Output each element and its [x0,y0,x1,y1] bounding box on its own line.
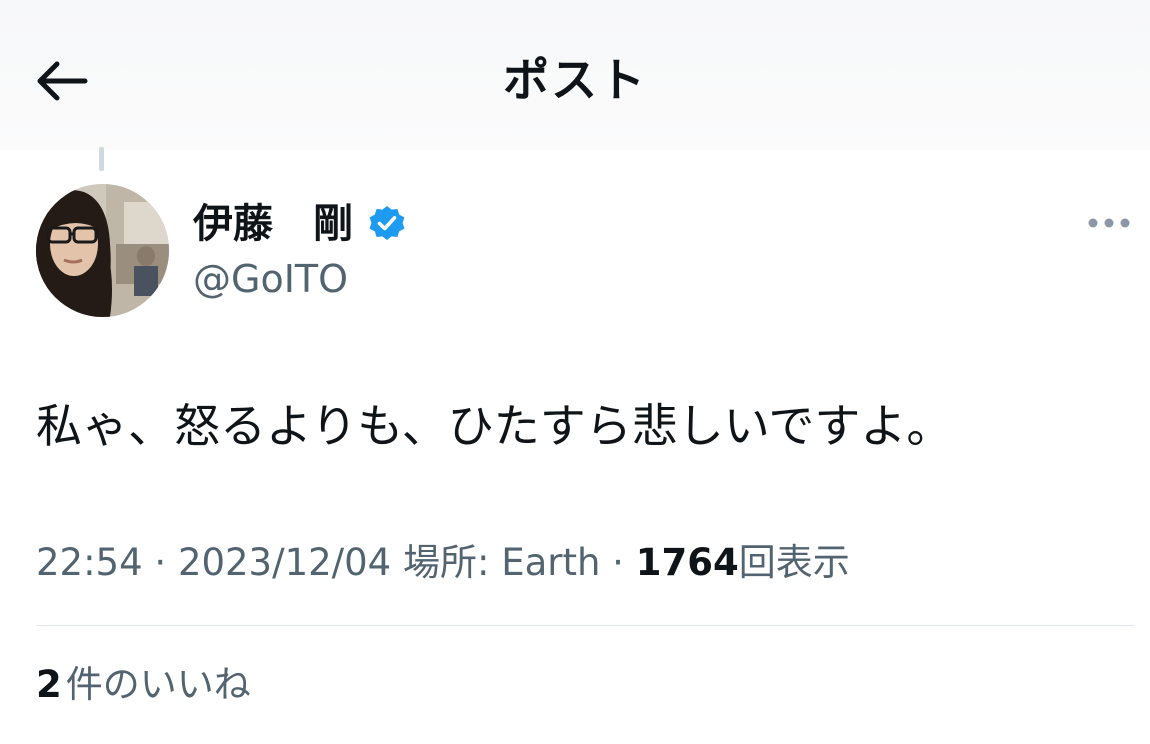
avatar[interactable] [36,184,169,317]
author-name-row[interactable]: 伊藤 剛 [193,196,407,252]
likes-count: 2 [36,663,62,706]
post-date[interactable]: 2023/12/04 [178,541,391,584]
post-time[interactable]: 22:54 [36,541,143,584]
post-metadata: 22:54 · 2023/12/04 場所: Earth · 1764回表示 [36,536,850,590]
thread-connector-line [99,147,104,171]
meta-separator: · [142,541,178,584]
more-horizontal-icon [1088,218,1130,228]
meta-separator: · [600,541,636,584]
post-body-text: 私ゃ、怒るよりも、ひたすら悲しいですよ。 [36,399,953,453]
page-title: ポスト [503,53,647,107]
post-detail-screen: ポスト 伊藤 剛 @GoITO 私ゃ、怒るよりも、ひたすら悲しいですよ。 22:… [0,0,1150,744]
author-display-name[interactable]: 伊藤 剛 [193,198,353,250]
likes-link[interactable]: 2 件のいいね [36,658,251,712]
author-handle[interactable]: @GoITO [193,254,348,304]
divider [36,625,1134,626]
likes-label: 件のいいね [65,663,251,706]
verified-badge-icon [369,206,405,240]
avatar-photo [36,184,169,317]
views-count: 1764 [635,541,739,584]
post-location: 場所: Earth [391,541,601,584]
views-label: 回表示 [738,541,850,584]
top-bar: ポスト [0,0,1150,150]
more-options-button[interactable] [1080,208,1138,238]
